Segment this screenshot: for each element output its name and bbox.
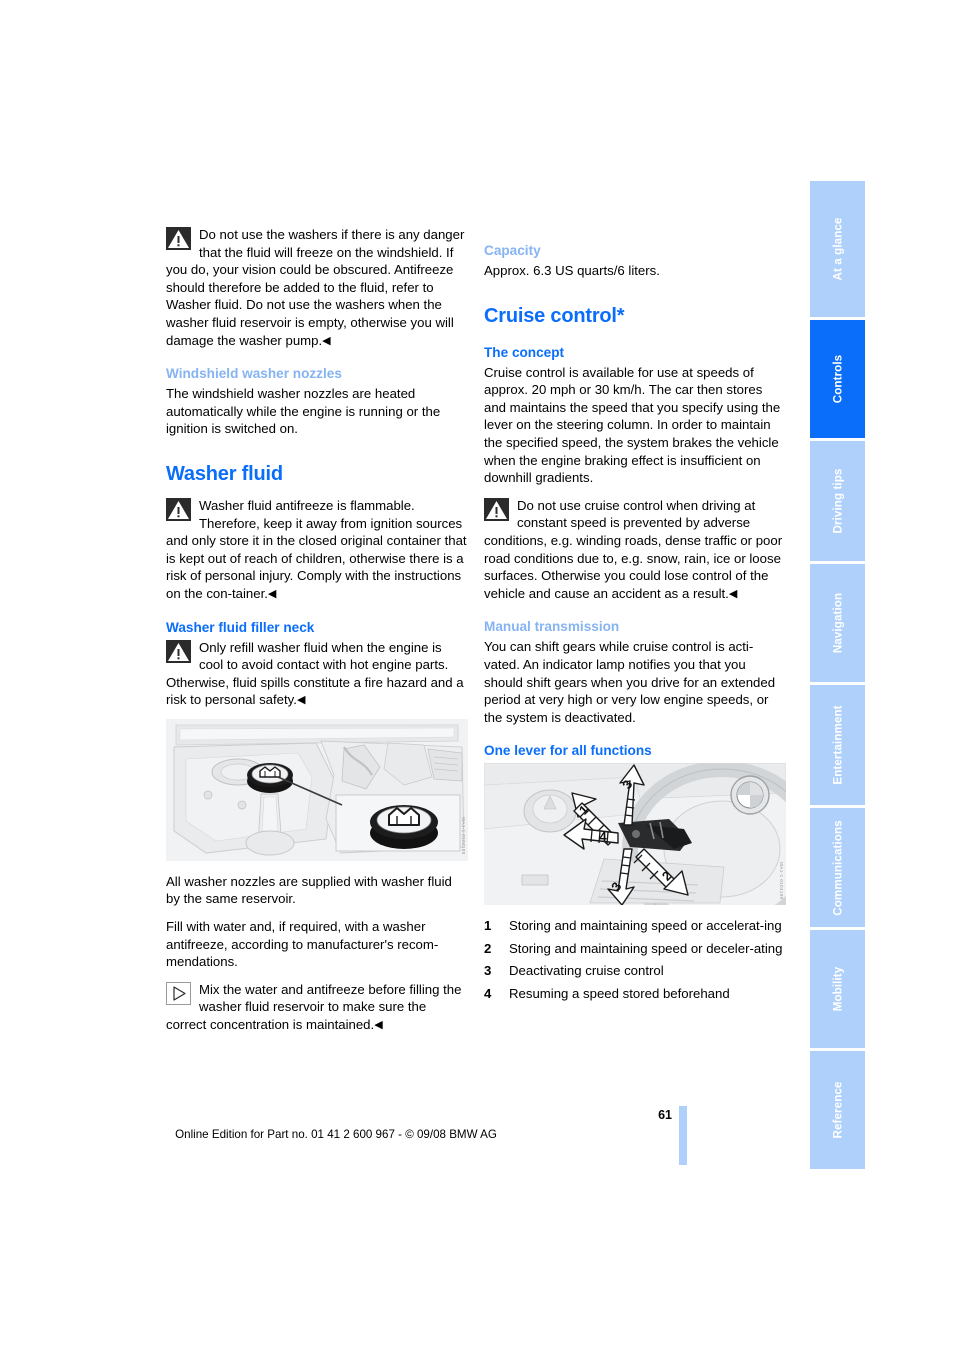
tab-label: Mobility xyxy=(831,966,844,1012)
tab-label: Reference xyxy=(831,1081,844,1139)
tab-label: At a glance xyxy=(831,217,844,281)
list-item: 3 Deactivating cruise control xyxy=(484,962,786,980)
tab-navigation[interactable]: Navigation xyxy=(810,564,865,682)
tab-label: Communications xyxy=(831,819,844,916)
warning-triangle-icon xyxy=(166,639,191,663)
list-item: 2 Storing and maintaining speed or decel… xyxy=(484,940,786,958)
paragraph-the-concept: Cruise control is available for use at s… xyxy=(484,364,781,486)
tab-mobility[interactable]: Mobility xyxy=(810,930,865,1048)
note-triangle-icon xyxy=(166,981,191,1005)
right-column: Capacity Approx. 6.3 US quarts/6 liters.… xyxy=(484,226,786,1008)
figure-cruise-control-lever: 1 2 3 3 4 WA1-1 0104190 xyxy=(484,763,786,906)
warning-text: Do not use the washers if there is any d… xyxy=(166,227,465,348)
list-item-label: Storing and maintaining speed or acceler… xyxy=(509,918,782,934)
end-marker: ◀ xyxy=(296,694,306,707)
tab-communications[interactable]: Communications xyxy=(810,808,865,927)
warning-text: Washer fluid antifreeze is flammable. Th… xyxy=(166,497,467,601)
list-item-number: 2 xyxy=(484,940,492,956)
warning-block-washer-fluid: Washer fluid antifreeze is flammable. Th… xyxy=(166,497,468,603)
heading-the-concept: The concept xyxy=(484,344,565,360)
tab-label: Entertainment xyxy=(831,705,844,785)
figure-code: WA1-1 0104188 xyxy=(461,817,466,855)
warning-block-cruise-control: Do not use cruise control when driving a… xyxy=(484,497,786,603)
heading-manual-transmission: Manual transmission xyxy=(484,619,620,635)
paragraph-manual-transmission: You can shift gears while cruise control… xyxy=(484,639,776,725)
page-number: 61 xyxy=(658,1108,672,1122)
heading-capacity: Capacity xyxy=(484,243,541,258)
footer-text: Online Edition for Part no. 01 41 2 600 … xyxy=(175,1128,497,1141)
warning-triangle-icon xyxy=(166,227,191,250)
figure-code: WA1-1 0104190 xyxy=(779,861,784,900)
end-marker: ◀ xyxy=(322,334,331,347)
warning-text: Do not use cruise control when driving a… xyxy=(484,497,783,601)
list-item: 1 Storing and maintaining speed or accel… xyxy=(484,917,786,935)
tab-controls[interactable]: Controls xyxy=(810,320,865,438)
manual-page: Do not use the washers if there is any d… xyxy=(0,0,954,1350)
warning-block-washers: Do not use the washers if there is any d… xyxy=(166,226,468,349)
note-text: Mix the water and antifreeze before fill… xyxy=(166,981,462,1033)
tab-reference[interactable]: Reference xyxy=(810,1051,865,1169)
footer-accent-bar xyxy=(679,1106,687,1165)
warning-text: Only refill washer fluid when the engine… xyxy=(166,639,464,708)
list-item-number: 1 xyxy=(484,918,492,934)
heading-washer-fluid-filler-neck: Washer fluid filler neck xyxy=(166,619,315,635)
end-marker: ◀ xyxy=(728,587,738,600)
list-item: 4 Resuming a speed stored beforehand xyxy=(484,985,786,1003)
list-item-number: 4 xyxy=(484,986,492,1002)
paragraph-capacity: Approx. 6.3 US quarts/6 liters. xyxy=(484,263,660,278)
list-item-label: Resuming a speed stored beforehand xyxy=(509,986,730,1002)
tab-at-a-glance[interactable]: At a glance xyxy=(810,181,865,317)
heading-washer-fluid: Washer fluid xyxy=(166,462,283,485)
svg-text:4: 4 xyxy=(599,829,607,844)
heading-cruise-control: Cruise control* xyxy=(484,304,625,327)
figure-engine-bay-reservoir: WA1-1 0104188 xyxy=(166,718,468,861)
tab-label: Driving tips xyxy=(831,468,844,534)
tab-driving-tips[interactable]: Driving tips xyxy=(810,441,865,561)
heading-one-lever: One lever for all functions xyxy=(484,743,652,759)
warning-triangle-icon xyxy=(166,497,191,521)
list-item-label: Storing and maintaining speed or deceler… xyxy=(509,940,783,956)
warning-block-filler-neck: Only refill washer fluid when the engine… xyxy=(166,639,468,709)
tab-label: Controls xyxy=(831,354,844,404)
paragraph-all-nozzles: All washer nozzles are supplied with was… xyxy=(166,873,452,907)
list-item-number: 3 xyxy=(484,963,492,979)
left-column: Do not use the washers if there is any d… xyxy=(166,226,468,1044)
note-block-mix-water: Mix the water and antifreeze before fill… xyxy=(166,981,468,1034)
paragraph-fill-with-water: Fill with water and, if required, with a… xyxy=(166,919,439,970)
section-tab-rail: At a glance Controls Driving tips Naviga… xyxy=(810,181,865,1172)
cruise-control-function-list: 1 Storing and maintaining speed or accel… xyxy=(484,917,786,1002)
end-marker: ◀ xyxy=(267,587,277,600)
tab-label: Navigation xyxy=(831,592,844,654)
heading-windshield-washer-nozzles: Windshield washer nozzles xyxy=(166,366,342,382)
end-marker: ◀ xyxy=(374,1019,383,1032)
tab-entertainment[interactable]: Entertainment xyxy=(810,685,865,805)
paragraph-windshield-washer-nozzles: The windshield washer nozzles are heated… xyxy=(166,386,441,437)
list-item-label: Deactivating cruise control xyxy=(509,963,664,979)
warning-triangle-icon xyxy=(484,497,509,521)
